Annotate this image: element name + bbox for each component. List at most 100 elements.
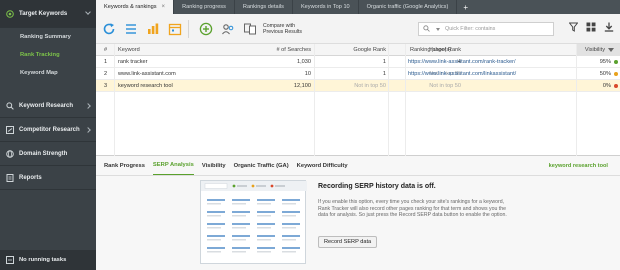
row-google-rank: 1 [382, 59, 386, 65]
refresh-icon[interactable] [100, 20, 118, 38]
row-visibility: 95% [584, 56, 618, 68]
keyword-list-icon[interactable] [122, 20, 140, 38]
table-row[interactable]: 2 www.link-assistant.com 10 1 Not in top… [96, 68, 620, 80]
row-visibility-value: 0% [602, 83, 611, 89]
row-visibility: 0% [584, 80, 618, 92]
filter-icon[interactable] [568, 22, 579, 34]
serp-off-description: If you enable this option, every time yo… [318, 199, 507, 219]
compare-icon[interactable] [241, 20, 259, 38]
keywords-table: # Keyword # of Searches Google Rank Yaho… [96, 44, 620, 156]
search-icon [423, 24, 430, 34]
row-keyword: www.link-assistant.com [118, 71, 176, 77]
row-visibility-value: 50% [599, 71, 611, 77]
row-keyword: keyword research tool [118, 83, 173, 89]
details-panel: Rank Progress SERP Analysis Visibility O… [96, 156, 620, 270]
column-divider [388, 44, 389, 156]
competitors-icon[interactable] [219, 20, 237, 38]
sidebar-section-label: Reports [19, 174, 42, 181]
tasks-icon [6, 256, 14, 264]
chevron-right-icon [85, 102, 91, 109]
columns-icon[interactable] [586, 22, 596, 34]
row-num: 1 [104, 59, 108, 65]
export-icon[interactable] [604, 22, 614, 34]
row-searches: 12,100 [293, 83, 311, 89]
row-num: 3 [104, 83, 108, 89]
tab-ranking-progress[interactable]: Ranking progress [174, 0, 235, 14]
visibility-status-icon [614, 60, 618, 64]
visibility-status-icon [614, 72, 618, 76]
row-searches: 10 [304, 71, 311, 77]
search-icon [6, 101, 14, 110]
calendar-icon[interactable] [166, 20, 184, 38]
header-google-rank[interactable]: Google Rank [316, 44, 386, 56]
tab-organic-traffic[interactable]: Organic traffic (Google Analytics) [359, 0, 458, 14]
dropdown-arrow-icon[interactable] [436, 27, 440, 31]
sidebar-item-keyword-map[interactable]: Keyword Map [0, 64, 96, 82]
sidebar-item-rank-tracking[interactable]: Rank Tracking [0, 46, 96, 64]
sidebar-section-reports[interactable]: Reports [0, 166, 96, 190]
sidebar-section-target-keywords[interactable]: Target Keywords [0, 0, 96, 28]
quick-filter-placeholder: Quick Filter: contains [445, 26, 496, 32]
row-ranking-page-link[interactable]: https://www.link-assistant.com/linkassis… [408, 68, 586, 80]
panel-tab-serp-analysis[interactable]: SERP Analysis [152, 156, 194, 175]
tab-keywords-rankings[interactable]: Keywords & rankings × [96, 0, 175, 14]
compare-button[interactable]: Compare with Previous Results [263, 23, 302, 35]
chevron-down-icon [85, 9, 91, 15]
competitor-icon [6, 125, 14, 134]
visibility-status-icon [614, 84, 618, 88]
serp-preview-illustration [200, 180, 307, 264]
add-tab-icon[interactable]: + [457, 0, 474, 14]
chevron-right-icon [85, 126, 91, 133]
serp-preview-graphic [201, 181, 307, 253]
separator [188, 19, 189, 38]
header-searches[interactable]: # of Searches [226, 44, 311, 56]
add-keyword-icon[interactable] [197, 20, 215, 38]
target-icon [6, 9, 14, 18]
header-num[interactable]: # [104, 44, 107, 56]
toolbar-right [568, 22, 614, 34]
sort-desc-icon [608, 48, 614, 52]
serp-off-title: Recording SERP history data is off. [318, 183, 436, 190]
row-ranking-page-link[interactable]: https://www.link-assistant.com/rank-trac… [408, 56, 586, 68]
header-visibility-label: Visibility [584, 47, 605, 53]
quick-filter[interactable]: Quick Filter: contains [418, 22, 554, 36]
report-icon [6, 173, 14, 182]
tab-keywords-top10[interactable]: Keywords in Top 10 [293, 0, 359, 14]
panel-tab-visibility[interactable]: Visibility [202, 157, 226, 175]
table-row[interactable]: 1 rank tracker 1,030 1 4 https://www.lin… [96, 56, 620, 68]
sidebar-section-keyword-research[interactable]: Keyword Research [0, 94, 96, 118]
row-searches: 1,030 [297, 59, 311, 65]
table-row[interactable]: 3 keyword research tool 12,100 Not in to… [96, 80, 620, 92]
panel-tab-organic-traffic[interactable]: Organic Traffic (GA) [234, 157, 289, 175]
panel-tab-rank-progress[interactable]: Rank Progress [104, 157, 145, 175]
tab-label: Keywords & rankings [104, 4, 157, 10]
close-icon[interactable]: × [162, 4, 166, 10]
row-num: 2 [104, 71, 108, 77]
task-status[interactable]: No running tasks [0, 250, 96, 270]
sidebar-section-competitor-research[interactable]: Competitor Research [0, 118, 96, 142]
row-visibility: 50% [584, 68, 618, 80]
sidebar-section-domain-strength[interactable]: Domain Strength [0, 142, 96, 166]
toolbar: Compare with Previous Results Quick Filt… [96, 14, 620, 44]
header-keyword[interactable]: Keyword [118, 44, 140, 56]
row-ranking-page-link[interactable] [408, 80, 586, 92]
row-visibility-value: 95% [599, 59, 611, 65]
header-ranking-page[interactable]: Ranking page(s) [410, 44, 588, 56]
sidebar: Target Keywords Ranking Summary Rank Tra… [0, 0, 96, 270]
sidebar-section-label: Target Keywords [19, 10, 68, 17]
panel-tab-keyword-difficulty[interactable]: Keyword Difficulty [297, 157, 348, 175]
panel-tabs: Rank Progress SERP Analysis Visibility O… [96, 156, 620, 176]
compare-label-line2: Previous Results [263, 28, 302, 35]
row-keyword: rank tracker [118, 59, 148, 65]
sidebar-item-ranking-summary[interactable]: Ranking Summary [0, 28, 96, 46]
column-divider [405, 44, 406, 156]
header-visibility[interactable]: Visibility [576, 44, 620, 56]
tab-rankings-details[interactable]: Rankings details [235, 0, 293, 14]
table-header: # Keyword # of Searches Google Rank Yaho… [96, 44, 620, 56]
sidebar-section-label: Competitor Research [19, 126, 80, 133]
record-serp-button[interactable]: Record SERP data [318, 236, 378, 248]
sidebar-section-label: Keyword Research [19, 102, 74, 109]
column-divider [114, 44, 115, 156]
selected-keyword-label: keyword research tool [548, 163, 608, 169]
bar-chart-icon[interactable] [144, 20, 162, 38]
